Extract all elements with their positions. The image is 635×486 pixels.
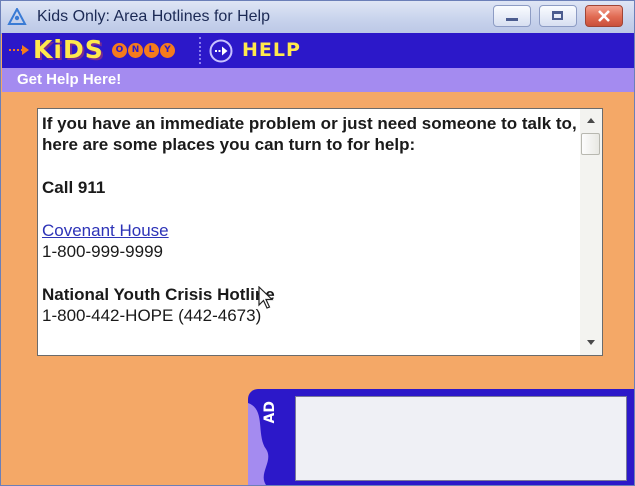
minimize-button[interactable] bbox=[493, 5, 531, 27]
ad-content-area[interactable] bbox=[295, 396, 627, 481]
close-icon bbox=[598, 10, 610, 22]
logo-only-letter: N bbox=[128, 43, 143, 58]
kids-app-icon bbox=[7, 8, 27, 25]
ad-panel: AD bbox=[248, 389, 634, 485]
vertical-scrollbar[interactable] bbox=[580, 109, 602, 355]
main-toolbar: KiDS O N L Y HELP bbox=[2, 33, 634, 68]
scroll-thumb[interactable] bbox=[581, 133, 600, 155]
app-window: Kids Only: Area Hotlines for Help KiDS O… bbox=[0, 0, 635, 486]
kids-logo-only-badge: O N L Y bbox=[112, 43, 175, 59]
toolbar-divider bbox=[199, 37, 201, 64]
help-button[interactable]: HELP bbox=[242, 39, 301, 61]
hotlines-text-panel[interactable]: If you have an immediate problem or just… bbox=[37, 108, 603, 356]
maximize-button[interactable] bbox=[539, 5, 577, 27]
covenant-house-link[interactable]: Covenant House bbox=[42, 221, 169, 240]
logo-arrow-icon bbox=[9, 45, 29, 55]
maximize-icon bbox=[552, 11, 563, 20]
logo-only-letter: L bbox=[144, 43, 159, 58]
hotline-entry: Covenant House bbox=[42, 220, 578, 241]
scroll-down-icon bbox=[587, 340, 595, 345]
section-header: Get Help Here! bbox=[2, 68, 634, 92]
section-header-title: Get Help Here! bbox=[17, 71, 122, 88]
logo-only-letter: O bbox=[112, 43, 127, 58]
hotline-phone: 1-800-999-9999 bbox=[42, 242, 163, 261]
hotline-name: National Youth Crisis Hotline bbox=[42, 285, 275, 304]
scroll-up-button[interactable] bbox=[580, 111, 602, 131]
title-bar[interactable]: Kids Only: Area Hotlines for Help bbox=[1, 1, 634, 34]
logo-only-letter: Y bbox=[160, 43, 175, 58]
call-911-text: Call 911 bbox=[42, 178, 106, 197]
minimize-icon bbox=[506, 18, 518, 21]
close-button[interactable] bbox=[585, 5, 623, 27]
scroll-down-button[interactable] bbox=[580, 333, 602, 353]
arrow-circle-icon[interactable] bbox=[209, 39, 233, 63]
scroll-up-icon bbox=[587, 118, 595, 123]
window-title: Kids Only: Area Hotlines for Help bbox=[37, 8, 270, 25]
kids-logo[interactable]: KiDS bbox=[33, 35, 104, 64]
hotlines-content: If you have an immediate problem or just… bbox=[42, 113, 578, 326]
hotline-phone: 1-800-442-HOPE (442-4673) bbox=[42, 306, 262, 325]
ad-label: AD bbox=[262, 401, 278, 424]
intro-text: If you have an immediate problem or just… bbox=[42, 114, 577, 154]
mouse-cursor-icon bbox=[258, 286, 274, 309]
